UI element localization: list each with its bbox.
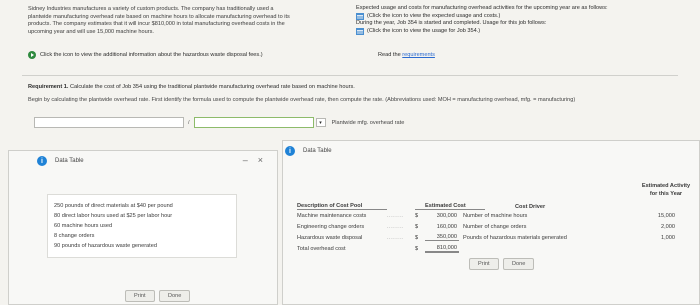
requirements-link[interactable]: requirements xyxy=(402,52,435,58)
intro-line: products. The company estimates that it … xyxy=(28,21,285,28)
table-icon[interactable] xyxy=(356,28,364,36)
dialog-header: i Data Table xyxy=(283,141,699,161)
list-item: 90 pounds of hazardous waste generated xyxy=(54,243,157,249)
dialog-title: Data Table xyxy=(55,158,84,164)
done-button[interactable]: Done xyxy=(503,258,535,270)
problem-intro: Sidney Industries manufactures a variety… xyxy=(28,6,328,36)
minimize-icon[interactable]: – xyxy=(243,155,248,165)
equals-select[interactable]: ▾ xyxy=(315,118,326,127)
formula-row: / ▾ Plantwide mfg. overhead rate xyxy=(34,117,464,128)
instructions: Begin by calculating the plantwide overh… xyxy=(28,97,576,103)
requirement-body: Calculate the cost of Job 354 using the … xyxy=(68,84,355,90)
dialog-header: i Data Table xyxy=(9,151,277,171)
hazardous-info-text: Click the icon to view the additional in… xyxy=(40,52,263,58)
table-header: Description of Cost Pool Estimated Cost … xyxy=(297,198,695,210)
info-icon: i xyxy=(37,156,47,166)
header-driver: Cost Driver xyxy=(515,204,546,210)
read-requirements: Read the requirements xyxy=(378,52,435,58)
arrow-icon[interactable] xyxy=(28,51,36,59)
job-usage-line: During the year, Job 354 is started and … xyxy=(356,20,547,27)
job-usage-link[interactable]: (Click the icon to view the usage for Jo… xyxy=(356,28,686,36)
table-row: Machine maintenance costs ........ $ 300… xyxy=(297,212,675,219)
activity-header: Estimated Activity for this Year xyxy=(641,183,691,197)
job-usage-dialog: i Data Table – × 250 pounds of direct ma… xyxy=(8,150,278,305)
intro-line: plantwide manufacturing overhead rate ba… xyxy=(28,13,290,20)
table-icon[interactable] xyxy=(356,12,364,20)
cost-pool-dialog: i Data Table Estimated Activity for this… xyxy=(282,140,700,305)
divide-sign: / xyxy=(188,119,190,126)
table-row: Engineering change orders ........ $ 160… xyxy=(297,223,675,230)
print-button[interactable]: Print xyxy=(469,258,499,270)
expected-usage-section: Expected usage and costs for manufacturi… xyxy=(356,5,686,36)
done-button[interactable]: Done xyxy=(159,290,191,302)
requirement-text: Requirement 1. Calculate the cost of Job… xyxy=(28,84,678,90)
list-item: 60 machine hours used xyxy=(54,223,113,229)
window-controls: – × xyxy=(243,155,263,165)
header-desc: Description of Cost Pool xyxy=(297,203,387,210)
info-icon: i xyxy=(285,146,295,156)
read-prefix: Read the xyxy=(378,52,403,58)
job-usage-link-text: (Click the icon to view the usage for Jo… xyxy=(367,27,481,34)
expected-usage-link[interactable]: (Click the icon to view the expected usa… xyxy=(356,13,686,21)
list-item: 8 change orders xyxy=(54,233,95,239)
close-icon[interactable]: × xyxy=(258,155,263,165)
expected-usage-line: Expected usage and costs for manufacturi… xyxy=(356,5,608,11)
divider xyxy=(22,75,678,76)
table-row: Hazardous waste disposal ........ $ 350,… xyxy=(297,234,675,241)
homework-page: Sidney Industries manufactures a variety… xyxy=(0,0,700,305)
hazardous-info-link[interactable]: Click the icon to view the additional in… xyxy=(28,51,263,59)
intro-line: upcoming year and will use 15,000 machin… xyxy=(28,28,154,35)
cost-pool-table: Description of Cost Pool Estimated Cost … xyxy=(297,198,695,254)
formula-result-label: Plantwide mfg. overhead rate xyxy=(331,119,405,126)
print-button[interactable]: Print xyxy=(125,290,155,302)
table-row: Total overhead cost $ 810,000 xyxy=(297,244,459,253)
dialog-title: Data Table xyxy=(303,148,332,154)
list-item: 250 pounds of direct materials at $40 pe… xyxy=(54,203,173,209)
intro-line: Sidney Industries manufactures a variety… xyxy=(28,6,274,12)
header-cost: Estimated Cost xyxy=(415,203,485,210)
expected-usage-link-text: (Click the icon to view the expected usa… xyxy=(367,12,501,19)
numerator-input[interactable] xyxy=(34,117,184,128)
chevron-down-icon: ▾ xyxy=(319,119,322,126)
denominator-input[interactable] xyxy=(193,117,314,128)
requirement-label: Requirement 1. xyxy=(28,84,69,90)
list-item: 80 direct labor hours used at $25 per la… xyxy=(54,213,173,219)
job-usage-list: 250 pounds of direct materials at $40 pe… xyxy=(47,194,237,258)
